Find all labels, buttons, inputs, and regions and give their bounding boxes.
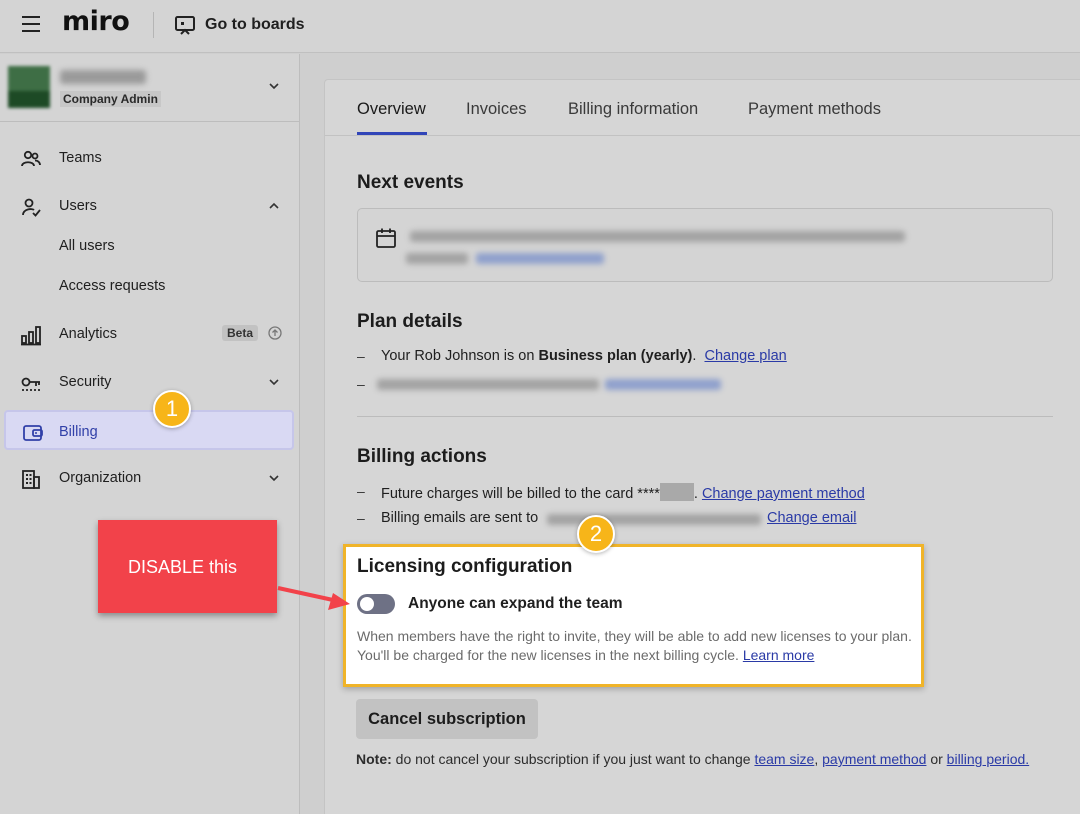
company-avatar [8, 66, 50, 108]
tab-invoices[interactable]: Invoices [466, 100, 527, 119]
billing-actions-heading: Billing actions [357, 446, 487, 467]
divider [153, 12, 154, 38]
wallet-icon [23, 425, 43, 441]
list-bullet: – [357, 376, 365, 392]
chevron-down-icon [269, 379, 279, 386]
learn-more-link[interactable]: Learn more [743, 647, 815, 663]
chevron-up-icon [269, 202, 279, 209]
sidebar-item-analytics[interactable]: Analytics Beta [0, 314, 299, 354]
section-divider [357, 416, 1053, 417]
toggle-knob [360, 597, 374, 611]
masked-card-digits [659, 483, 694, 501]
list-bullet: – [357, 510, 365, 526]
redacted-plan-link[interactable] [605, 379, 721, 390]
change-plan-link[interactable]: Change plan [704, 348, 786, 364]
tab-billing-information[interactable]: Billing information [568, 100, 698, 119]
sidebar-item-label: Users [59, 198, 97, 214]
account-role: Company Admin [60, 91, 161, 107]
sidebar-item-label: Organization [59, 470, 142, 486]
change-email-wrap: Change email [767, 510, 856, 526]
tab-overview[interactable]: Overview [357, 100, 426, 119]
next-events-card [357, 208, 1053, 282]
licensing-heading: Licensing configuration [357, 556, 573, 577]
licensing-configuration-section: Licensing configuration Anyone can expan… [343, 544, 924, 687]
teams-icon [21, 150, 41, 167]
calendar-icon [376, 228, 396, 248]
sidebar-item-users[interactable]: Users [0, 186, 299, 226]
sidebar-item-billing[interactable]: Billing [4, 410, 294, 450]
top-bar: miro Go to boards [0, 0, 1080, 53]
future-charges-text: Future charges will be billed to the car… [381, 486, 660, 502]
key-icon [21, 377, 40, 391]
plan-name: Business plan (yearly) [538, 348, 693, 364]
callout-text: DISABLE this [128, 557, 238, 577]
change-payment-method-link[interactable]: Change payment method [702, 486, 865, 502]
company-name-redacted [60, 70, 146, 84]
sidebar-item-label: All users [59, 238, 115, 254]
sidebar-item-teams[interactable]: Teams [0, 138, 299, 178]
board-icon [175, 16, 195, 35]
note-separator: , [814, 751, 823, 767]
sidebar-item-all-users[interactable]: All users [0, 226, 299, 266]
billing-tabs: Overview Invoices Billing information Pa… [325, 80, 1080, 136]
plan-text: Your Rob Johnson is on [381, 348, 539, 364]
chevron-down-icon [269, 83, 279, 90]
plan-details-heading: Plan details [357, 311, 463, 332]
disable-callout: DISABLE this [98, 520, 277, 613]
tab-payment-methods[interactable]: Payment methods [748, 100, 881, 119]
sidebar-item-access-requests[interactable]: Access requests [0, 266, 299, 306]
billing-emails-text: Billing emails are sent to [381, 510, 539, 526]
expand-team-toggle[interactable] [357, 594, 395, 614]
sidebar-item-organization[interactable]: Organization [0, 458, 299, 498]
chevron-down-icon [269, 475, 279, 482]
go-to-boards-button[interactable]: Go to boards [174, 14, 305, 36]
note-label: Note: [356, 751, 392, 767]
expand-team-label: Anyone can expand the team [408, 595, 623, 612]
payment-method-link[interactable]: payment method [822, 751, 926, 767]
redacted-event-link[interactable] [476, 253, 604, 264]
billing-period-link[interactable]: billing period. [947, 751, 1030, 767]
sidebar-item-label: Billing [59, 424, 98, 440]
plan-line: Your Rob Johnson is on Business plan (ye… [381, 348, 787, 364]
hamburger-menu-icon[interactable] [22, 16, 40, 32]
upgrade-info-icon[interactable] [268, 326, 282, 340]
beta-badge: Beta [222, 325, 259, 341]
team-size-link[interactable]: team size [754, 751, 814, 767]
list-bullet: – [357, 348, 365, 364]
miro-logo[interactable]: miro [62, 6, 130, 37]
sidebar-item-label: Teams [59, 150, 102, 166]
licensing-description-text: When members have the right to invite, t… [357, 628, 912, 663]
licensing-description: When members have the right to invite, t… [357, 627, 917, 665]
future-charges-line: Future charges will be billed to the car… [381, 483, 865, 502]
note-separator: or [926, 751, 947, 767]
sidebar-item-label: Access requests [59, 278, 166, 294]
plan-text-suffix: . [692, 348, 697, 364]
note-text: do not cancel your subscription if you j… [391, 751, 755, 767]
redacted-plan-text [377, 379, 599, 390]
cancel-subscription-button[interactable]: Cancel subscription [356, 699, 538, 739]
sidebar-item-security[interactable]: Security [0, 362, 299, 402]
billing-emails-line: Billing emails are sent to [381, 510, 538, 526]
go-to-boards-label: Go to boards [205, 16, 305, 33]
redacted-event-text [410, 231, 905, 242]
users-icon [22, 198, 41, 217]
step-badge-2: 2 [577, 515, 615, 553]
building-icon [22, 470, 40, 489]
sidebar: Company Admin Teams Users All users Acce… [0, 54, 300, 814]
step-badge-1: 1 [153, 390, 191, 428]
redacted-event-text [406, 253, 468, 264]
future-charges-suffix: . [693, 486, 698, 502]
change-email-link[interactable]: Change email [767, 510, 856, 526]
analytics-icon [21, 326, 41, 346]
list-bullet: – [357, 483, 365, 499]
sidebar-item-label: Analytics [59, 326, 118, 342]
active-tab-indicator [357, 132, 427, 135]
account-switcher[interactable]: Company Admin [0, 54, 299, 122]
sidebar-item-label: Security [59, 374, 112, 390]
next-events-heading: Next events [357, 172, 464, 193]
cancel-note: Note: do not cancel your subscription if… [356, 750, 1056, 769]
